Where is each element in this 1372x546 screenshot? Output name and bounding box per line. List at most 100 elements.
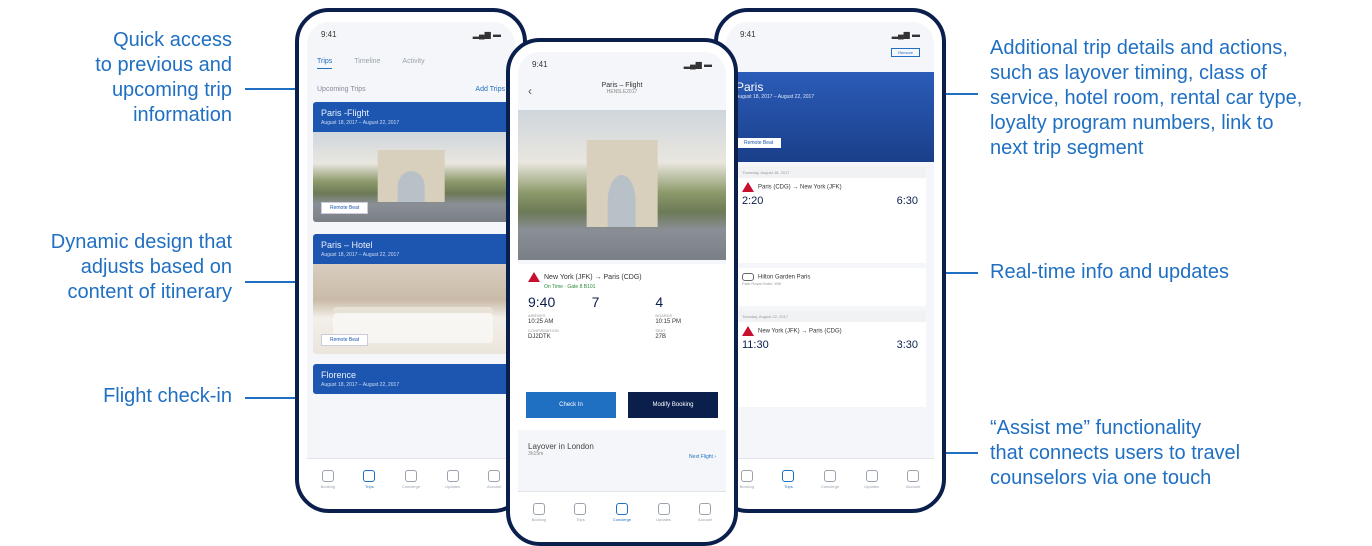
nav-trips[interactable]: Trips xyxy=(568,502,592,522)
person-icon xyxy=(699,502,712,515)
card-title: Paris -Flight xyxy=(321,108,370,118)
callout-quick-access: Quick access to previous and upcoming tr… xyxy=(95,29,232,126)
field-label: CONFIRMATION xyxy=(528,328,559,333)
bell-icon xyxy=(865,469,878,482)
hotel-name-text: Hilton Garden Paris xyxy=(758,274,811,281)
segment-route: Paris (CDG) → New York (JFK) xyxy=(742,182,918,192)
arch-shape xyxy=(377,150,445,203)
nav-label: Account xyxy=(697,516,713,522)
nav-account[interactable]: Account xyxy=(693,502,717,522)
remote-beat-button[interactable]: Remote Beat xyxy=(736,138,782,148)
nav-label: Booking xyxy=(320,483,336,489)
remote-beat-button[interactable]: Remote Beat xyxy=(321,334,369,346)
modify-booking-button[interactable]: Modify Booking xyxy=(628,392,718,418)
trips-icon xyxy=(782,469,795,482)
nav-booking[interactable]: Booking xyxy=(735,469,759,489)
card-title: Paris – Hotel xyxy=(321,240,373,250)
signal-battery-icon: ▂▄▆ ▬ xyxy=(683,60,712,69)
route-text: New York (JFK) → Paris (CDG) xyxy=(758,328,842,335)
banner-title: Paris xyxy=(736,80,764,94)
flight-subtitle: HEN5LE2017 xyxy=(606,89,638,95)
nav-label: Updates xyxy=(864,483,880,489)
layover-duration: 3h15m xyxy=(528,451,544,457)
flight-segment-1[interactable]: Thursday, August 18, 2017 Paris (CDG) → … xyxy=(734,167,926,263)
card-title: Florence xyxy=(321,370,357,380)
nav-label: Account xyxy=(905,483,921,489)
depart-time: 11:30 xyxy=(742,339,769,351)
trip-tabs: Trips Timeline Activity xyxy=(317,58,505,80)
concierge-icon xyxy=(404,469,417,482)
hotel-sub: Park Royal Hotel, Wifi xyxy=(742,281,781,286)
remote-beat-button[interactable]: Remote Beat xyxy=(321,202,369,214)
layover-info: Layover in London 3h15m Next Flight › xyxy=(528,442,716,460)
nav-concierge[interactable]: Concierge xyxy=(818,469,842,489)
field-seat: SEAT 27B xyxy=(655,328,716,340)
nav-booking[interactable]: Booking xyxy=(527,502,551,522)
nav-trips[interactable]: Trips xyxy=(357,469,381,489)
phone-screen: 9:41 ▂▄▆ ▬ ‹ Paris – Flight HEN5LE2017 New… xyxy=(518,52,726,532)
banner-dates: August 18, 2017 – August 22, 2017 xyxy=(736,94,815,100)
tab-timeline[interactable]: Timeline xyxy=(354,58,380,65)
person-icon xyxy=(907,469,920,482)
bottom-nav: Booking Trips Concierge Updates Account xyxy=(518,491,726,532)
nav-concierge[interactable]: Concierge xyxy=(610,502,634,522)
nav-label: Concierge xyxy=(401,483,421,489)
nav-label: Trips xyxy=(576,516,585,522)
nav-updates[interactable]: Updates xyxy=(860,469,884,489)
flight-title: Paris – Flight xyxy=(601,82,643,89)
nav-label: Updates xyxy=(445,483,461,489)
nav-account[interactable]: Account xyxy=(482,469,506,489)
flight-segment-2[interactable]: Tuesday, August 22, 2017 New York (JFK) … xyxy=(734,311,926,407)
status-bar: 9:41 ▂▄▆ ▬ xyxy=(321,30,501,39)
card-dates: August 18, 2017 – August 22, 2017 xyxy=(321,382,400,388)
check-in-button[interactable]: Check In xyxy=(526,392,616,418)
nav-concierge[interactable]: Concierge xyxy=(399,469,423,489)
flight-header: Paris – Flight HEN5LE2017 xyxy=(518,82,726,95)
nav-updates[interactable]: Updates xyxy=(652,502,676,522)
nav-trips[interactable]: Trips xyxy=(776,469,800,489)
nav-label: Booking xyxy=(531,516,547,522)
person-icon xyxy=(488,469,501,482)
concierge-icon xyxy=(823,469,836,482)
hotel-name: Hilton Garden Paris xyxy=(742,273,918,281)
trip-banner: Paris August 18, 2017 – August 22, 2017 … xyxy=(726,72,934,162)
layover-title: Layover in London xyxy=(528,442,594,451)
field-value: 10:25 AM xyxy=(528,319,554,325)
card-dates: August 18, 2017 – August 22, 2017 xyxy=(321,120,400,126)
flight-stats: 9:40 7 4 ARRIVES 10:25 AM BOARDS 10:15 PM … xyxy=(528,294,716,340)
status-bar: 9:41 ▂▄▆ ▬ xyxy=(532,60,712,69)
tab-activity[interactable]: Activity xyxy=(402,58,424,65)
trip-card-flight[interactable]: Paris -Flight August 18, 2017 – August 22… xyxy=(313,102,509,222)
card-header: Florence August 18, 2017 – August 22, 201… xyxy=(313,364,509,394)
remove-button[interactable]: Remove xyxy=(891,48,920,57)
arch-shape xyxy=(586,140,658,227)
nav-account[interactable]: Account xyxy=(901,469,925,489)
add-trips-link[interactable]: Add Trips xyxy=(475,86,505,93)
phone-trips-list: 9:41 ▂▄▆ ▬ Trips Timeline Activity Upcomi… xyxy=(295,8,527,513)
callout-additional-details: Additional trip details and actions, suc… xyxy=(990,37,1303,159)
hotel-segment[interactable]: Hilton Garden Paris Park Royal Hotel, Wi… xyxy=(734,268,926,306)
field-value: 10:15 PM xyxy=(655,319,682,325)
gate: 4 xyxy=(655,294,664,310)
signal-battery-icon: ▂▄▆ ▬ xyxy=(472,30,501,39)
phone-screen: 9:41 ▂▄▆ ▬ Trips Timeline Activity Upcomi… xyxy=(307,22,515,499)
nav-booking[interactable]: Booking xyxy=(316,469,340,489)
trip-card-florence[interactable]: Florence August 18, 2017 – August 22, 201… xyxy=(313,364,509,394)
depart-time: 9:40 xyxy=(528,294,556,310)
tab-trips[interactable]: Trips xyxy=(317,58,333,69)
arc-de-triomphe-image: Remote Beat xyxy=(313,132,509,222)
route-text: New York (JFK) → Paris (CDG) xyxy=(544,273,642,281)
segment-date: Tuesday, August 22, 2017 xyxy=(734,311,926,322)
next-flight-link[interactable]: Next Flight › xyxy=(689,454,716,460)
concierge-icon xyxy=(615,502,628,515)
segment-times: 11:30 3:30 xyxy=(742,339,918,351)
trip-card-hotel[interactable]: Paris – Hotel August 18, 2017 – August 22… xyxy=(313,234,509,354)
bell-icon xyxy=(657,502,670,515)
status-time: 9:41 xyxy=(740,30,756,39)
delta-logo-icon xyxy=(528,272,540,282)
flight-status: On Time · Gate 8 B101 xyxy=(544,284,596,290)
nav-label: Concierge xyxy=(612,516,632,522)
bottom-nav: Booking Trips Concierge Updates Account xyxy=(307,458,515,499)
callout-dynamic-design: Dynamic design that adjusts based on con… xyxy=(50,231,232,303)
nav-updates[interactable]: Updates xyxy=(441,469,465,489)
